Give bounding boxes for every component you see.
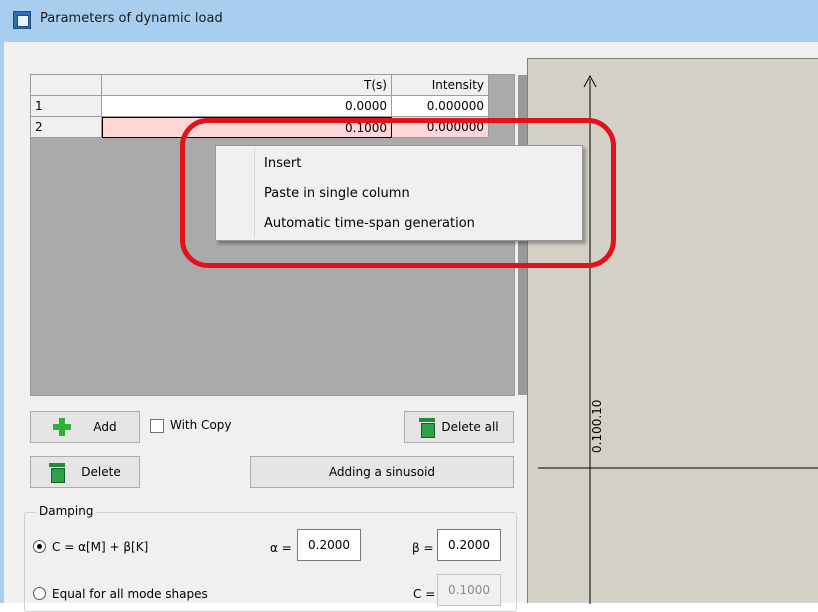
- table-corner-header: [31, 75, 102, 96]
- c-input: 0.1000: [437, 574, 501, 606]
- table-cell-intensity[interactable]: 0.000000: [392, 96, 489, 117]
- add-button[interactable]: Add: [30, 411, 140, 443]
- delete-button-label: Delete: [81, 465, 121, 479]
- row-header[interactable]: 1: [31, 96, 102, 117]
- delete-all-button-label: Delete all: [441, 420, 499, 434]
- alpha-input[interactable]: 0.2000: [297, 529, 361, 561]
- column-header-intensity[interactable]: Intensity: [392, 75, 489, 96]
- adding-sinusoid-label: Adding a sinusoid: [328, 465, 436, 479]
- highlight-annotation: [180, 118, 616, 268]
- delete-button[interactable]: Delete: [30, 456, 140, 488]
- app-icon: [13, 11, 31, 29]
- rayleigh-label: C = α[M] + β[K]: [52, 540, 149, 554]
- adding-sinusoid-button[interactable]: Adding a sinusoid: [250, 456, 514, 488]
- equal-modes-label: Equal for all mode shapes: [52, 587, 208, 601]
- plus-icon: [53, 418, 72, 436]
- equal-modes-radio[interactable]: [33, 587, 46, 600]
- alpha-label: α =: [270, 541, 292, 555]
- add-button-label: Add: [93, 420, 117, 434]
- with-copy-label: With Copy: [170, 418, 232, 432]
- with-copy-checkbox[interactable]: [150, 419, 164, 433]
- beta-input[interactable]: 0.2000: [437, 529, 501, 561]
- damping-legend: Damping: [36, 504, 97, 518]
- column-header-t[interactable]: T(s): [102, 75, 392, 96]
- trash-icon: [49, 463, 66, 483]
- plot-axis-label: 0.100.10: [590, 399, 604, 453]
- c-label: C =: [413, 587, 436, 601]
- delete-all-button[interactable]: Delete all: [404, 411, 514, 443]
- row-header[interactable]: 2: [31, 117, 102, 138]
- beta-label: β =: [412, 541, 434, 555]
- rayleigh-radio[interactable]: [33, 540, 46, 553]
- window-title: Parameters of dynamic load: [40, 11, 223, 26]
- table-cell-t[interactable]: 0.0000: [102, 96, 392, 117]
- trash-icon: [419, 418, 436, 438]
